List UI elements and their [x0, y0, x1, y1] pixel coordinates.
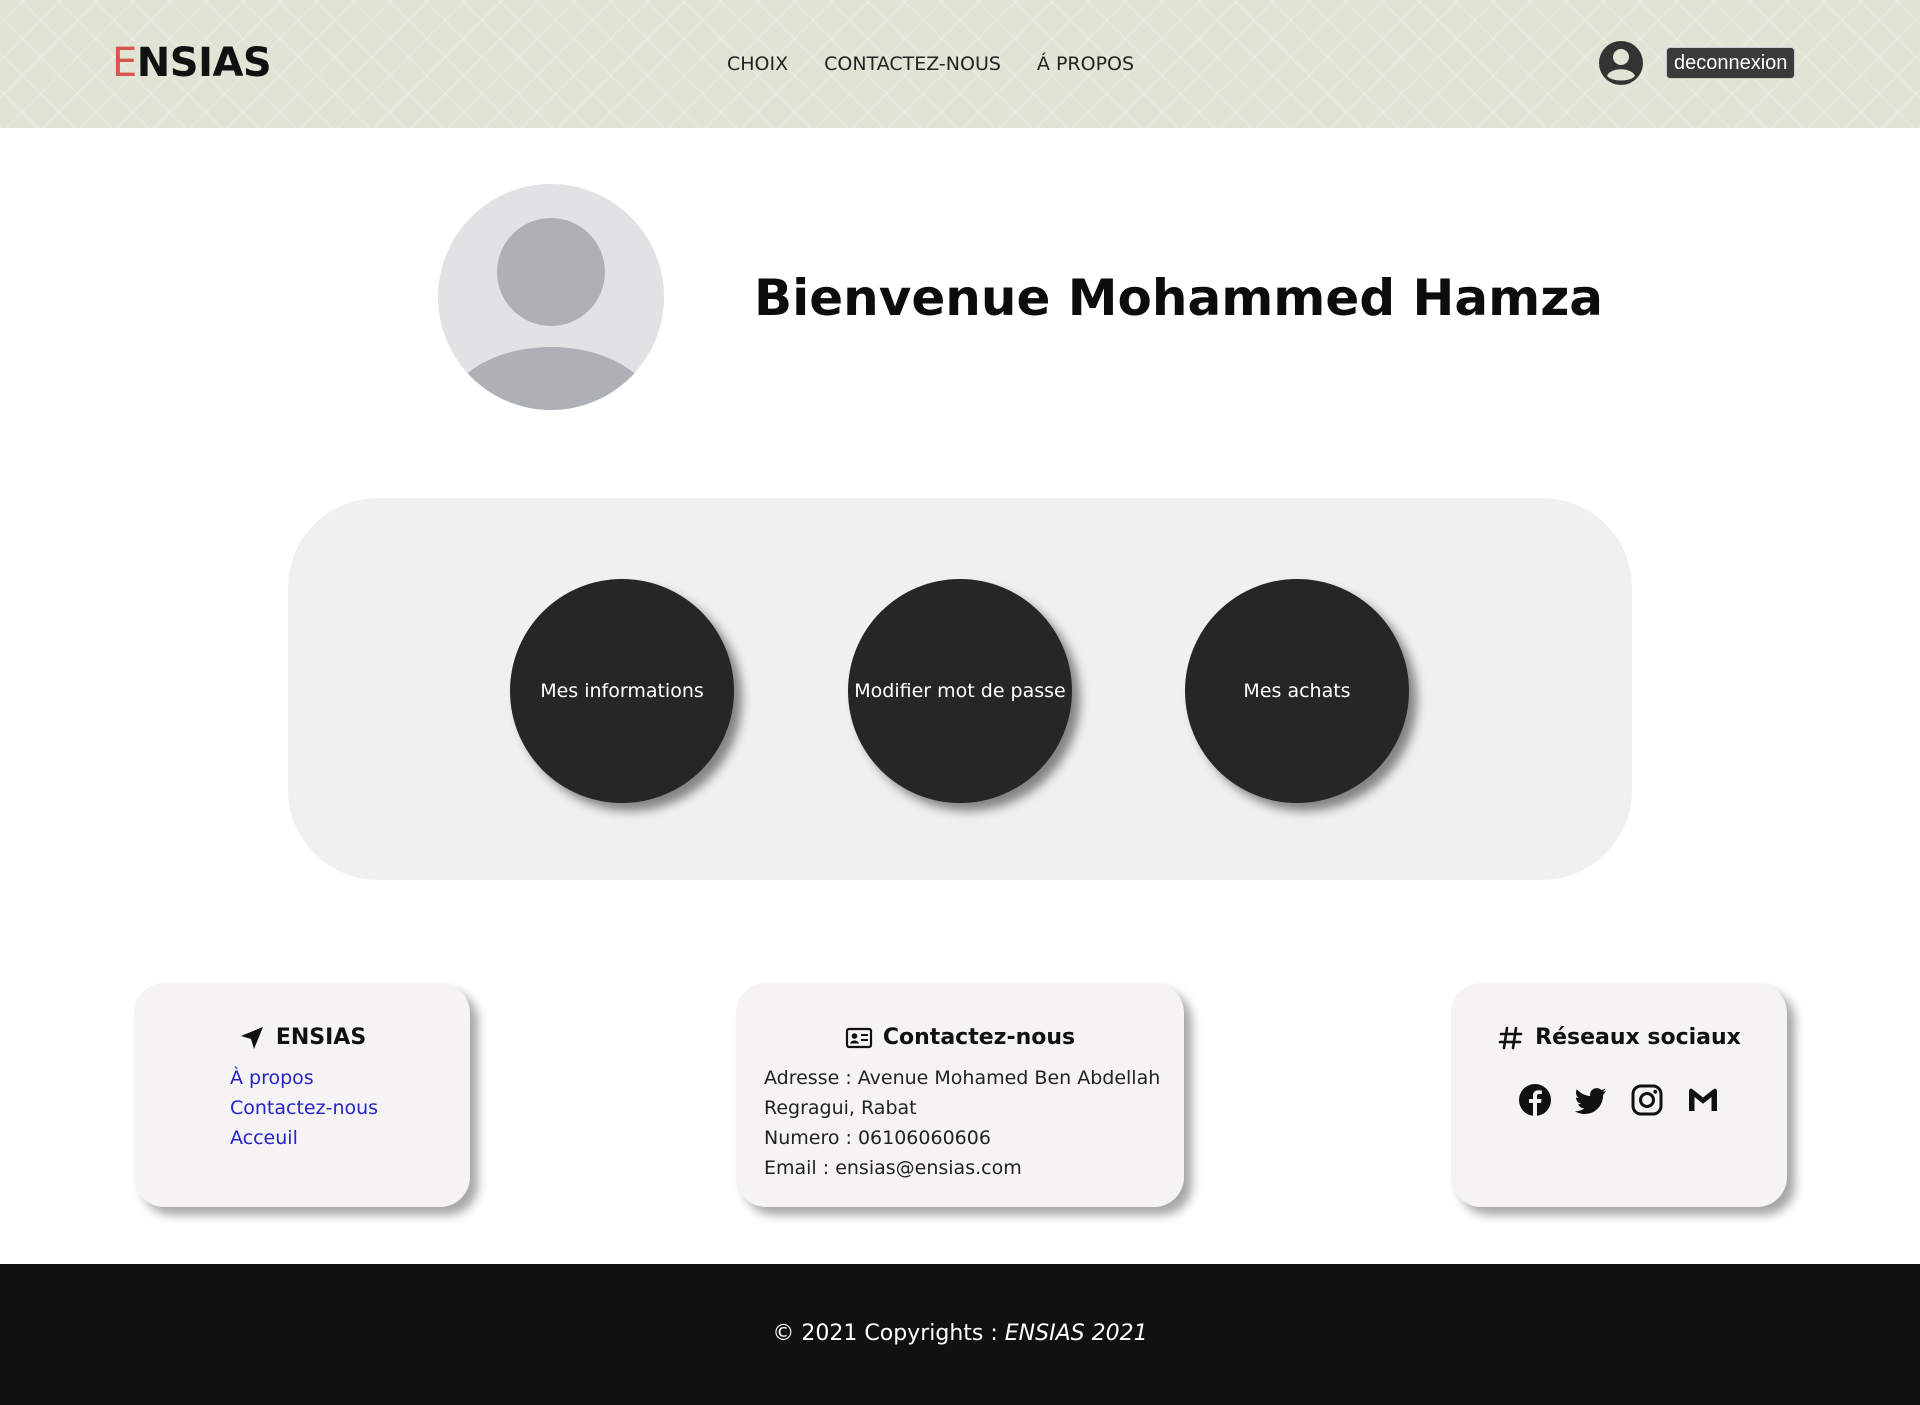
contact-card-title: Contactez-nous — [736, 1023, 1184, 1053]
user-circle-icon[interactable] — [1598, 40, 1644, 86]
contact-card-title-text: Contactez-nous — [882, 1025, 1076, 1050]
contact-details: Adresse : Avenue Mohamed Ben Abdellah Re… — [764, 1063, 1164, 1183]
link-a-propos[interactable]: À propos — [230, 1063, 378, 1093]
contact-address-line-1: Adresse : Avenue Mohamed Ben Abdellah — [764, 1067, 1161, 1089]
ensias-card: ENSIAS À propos Contactez-nous Acceuil — [134, 983, 470, 1207]
site-logo[interactable]: ENSIAS — [112, 38, 272, 88]
profile-avatar — [438, 184, 664, 410]
social-card-title-text: Réseaux sociaux — [1535, 1025, 1741, 1050]
location-arrow-icon — [240, 1027, 263, 1049]
nav-a-propos[interactable]: Á PROPOS — [1037, 51, 1134, 77]
logout-button[interactable]: deconnexion — [1666, 47, 1796, 79]
my-purchases-button[interactable]: Mes achats — [1185, 579, 1409, 803]
gmail-icon[interactable] — [1686, 1083, 1720, 1117]
link-contactez-nous[interactable]: Contactez-nous — [230, 1093, 378, 1123]
facebook-icon[interactable] — [1518, 1083, 1552, 1117]
my-info-button[interactable]: Mes informations — [510, 579, 734, 803]
contact-email: Email : ensias@ensias.com — [764, 1157, 1022, 1179]
nav-choix[interactable]: CHOIX — [727, 51, 788, 77]
social-card: Réseaux sociaux — [1451, 983, 1787, 1207]
logo-first-letter: E — [112, 40, 137, 86]
main-nav: CHOIX CONTACTEZ-NOUS Á PROPOS — [727, 51, 1134, 77]
address-card-icon — [845, 1027, 872, 1049]
logo-rest: NSIAS — [136, 40, 272, 86]
contact-phone: Numero : 06106060606 — [764, 1127, 991, 1149]
social-card-title: Réseaux sociaux — [1451, 1023, 1787, 1053]
social-icons — [1451, 1083, 1787, 1117]
instagram-icon[interactable] — [1630, 1083, 1664, 1117]
page-footer: © 2021 Copyrights : ENSIAS 2021 — [0, 1264, 1920, 1405]
ensias-card-title: ENSIAS — [134, 1023, 470, 1053]
footer-brand: ENSIAS 2021 — [1004, 1321, 1148, 1346]
top-navbar: ENSIAS CHOIX CONTACTEZ-NOUS Á PROPOS dec… — [0, 0, 1920, 128]
ensias-card-title-text: ENSIAS — [275, 1025, 367, 1050]
change-password-button[interactable]: Modifier mot de passe — [848, 579, 1072, 803]
nav-contactez-nous[interactable]: CONTACTEZ-NOUS — [824, 51, 1001, 77]
link-acceuil[interactable]: Acceuil — [230, 1123, 378, 1153]
contact-card: Contactez-nous Adresse : Avenue Mohamed … — [736, 983, 1184, 1207]
contact-address-line-2: Regragui, Rabat — [764, 1097, 917, 1119]
footer-copyright-text: © 2021 Copyrights : — [772, 1321, 1005, 1346]
ensias-links: À propos Contactez-nous Acceuil — [230, 1063, 378, 1153]
hashtag-icon — [1498, 1026, 1523, 1050]
default-avatar-icon — [451, 218, 651, 410]
footer-copyright: © 2021 Copyrights : ENSIAS 2021 — [0, 1319, 1920, 1349]
twitter-icon[interactable] — [1574, 1083, 1608, 1117]
welcome-title: Bienvenue Mohammed Hamza — [754, 269, 1604, 327]
